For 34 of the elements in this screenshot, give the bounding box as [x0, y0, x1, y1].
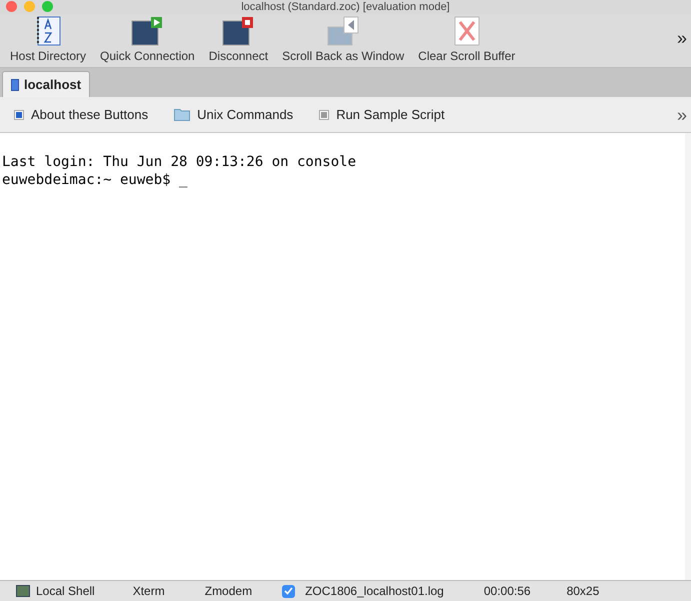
toolbar-button[interactable]: Quick Connection	[96, 16, 199, 62]
transfer-protocol: Zmodem	[204, 583, 252, 600]
log-checkbox[interactable]	[282, 584, 296, 598]
window-title: localhost (Standard.zoc) [evaluation mode]	[241, 2, 450, 12]
address-book-icon	[35, 16, 61, 46]
document-icon	[11, 78, 19, 90]
computer-icon	[16, 585, 30, 597]
zoom-button[interactable]	[42, 1, 53, 12]
terminal-line: euwebdeimac:~ euweb$ _	[2, 171, 188, 189]
macro-button[interactable]: Unix Commands	[174, 104, 294, 124]
terminal-stop-icon	[222, 16, 254, 46]
terminal-area[interactable]: Last login: Thu Jun 28 09:13:26 on console euwebdeimac:~ euweb$ _	[0, 133, 691, 580]
square-icon	[14, 110, 24, 120]
connection-type: Local Shell	[36, 583, 95, 600]
terminal-line: Last login: Thu Jun 28 09:13:26 on console	[2, 153, 358, 171]
log-file-name: ZOC1806_localhost01.log	[305, 583, 444, 600]
folder-icon	[174, 108, 190, 121]
terminal-size: 80x25	[566, 583, 600, 600]
toolbar-button[interactable]: Disconnect	[204, 16, 272, 62]
toolbar-overflow-button[interactable]: »	[676, 29, 687, 47]
minimize-button[interactable]	[24, 1, 35, 12]
elapsed-time: 00:00:56	[484, 583, 531, 600]
emulation-type: Xterm	[132, 583, 165, 600]
close-button[interactable]	[6, 1, 17, 12]
terminal-play-icon	[131, 16, 164, 46]
toolbar-button[interactable]: Clear Scroll Buffer	[414, 16, 520, 62]
tab[interactable]: localhost	[2, 71, 90, 97]
toolbar-button[interactable]: Host Directory	[6, 16, 90, 62]
macro-button[interactable]: Run Sample Script	[319, 104, 445, 124]
square-icon	[319, 110, 330, 120]
macro-button[interactable]: About these Buttons	[14, 104, 148, 124]
checkmark-icon	[284, 587, 294, 595]
buttons-overflow-button[interactable]: »	[676, 106, 687, 124]
toolbar-button[interactable]: Scroll Back as Window	[278, 16, 408, 62]
